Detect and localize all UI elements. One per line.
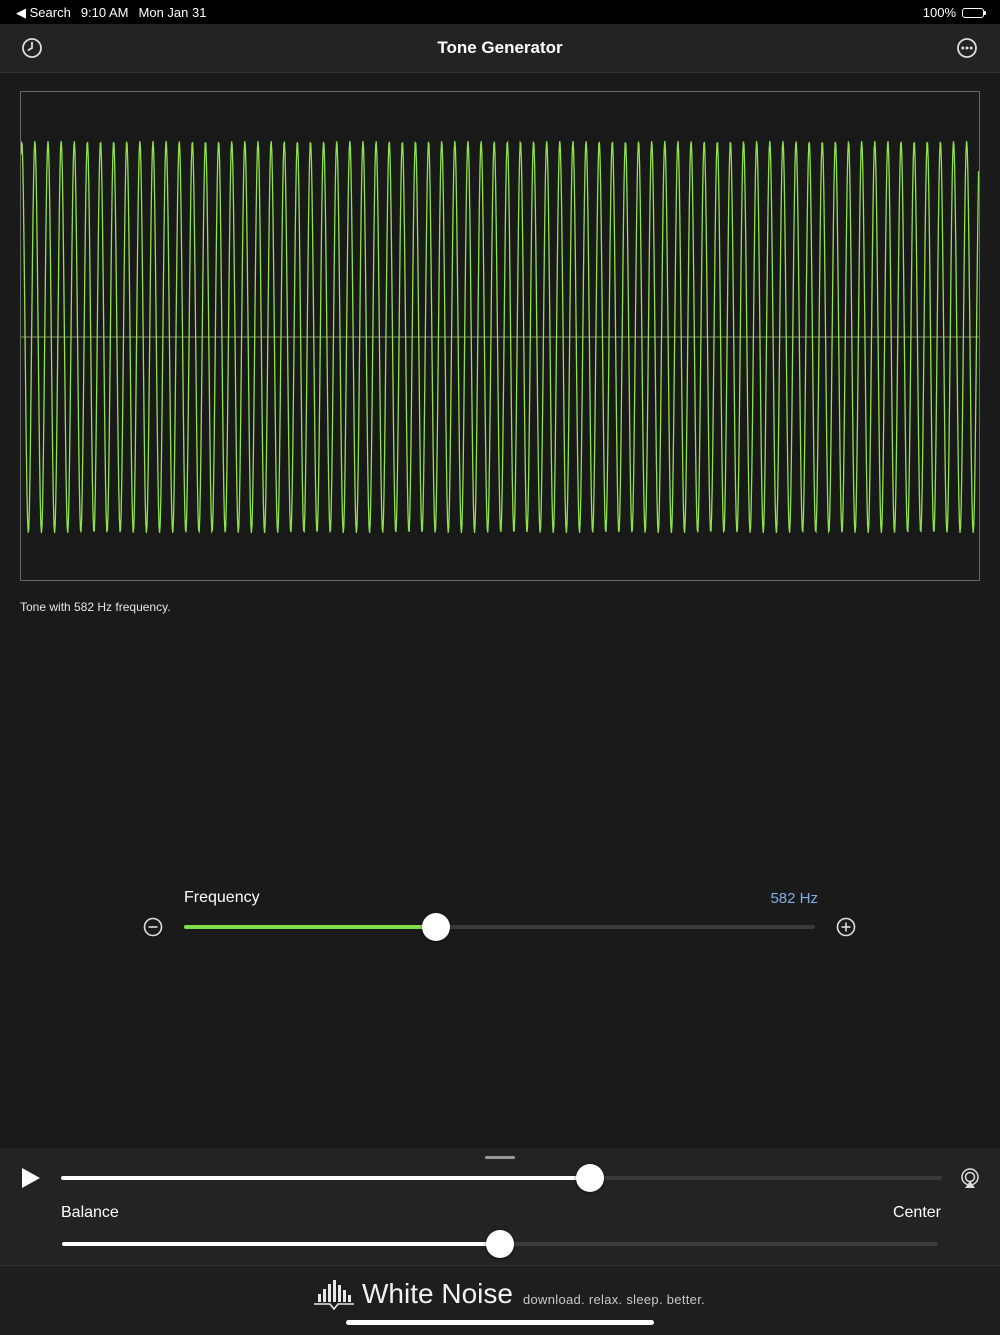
- volume-slider[interactable]: [61, 1176, 942, 1180]
- brand-name: White Noise: [362, 1278, 513, 1309]
- frequency-value: 582 Hz: [770, 890, 818, 907]
- page-title: Tone Generator: [437, 38, 563, 57]
- frequency-slider-fill: [184, 925, 437, 929]
- volume-slider-thumb[interactable]: [575, 1164, 604, 1192]
- waveform-caption: Tone with 582 Hz frequency.: [20, 600, 171, 614]
- decrease-frequency-button[interactable]: [142, 916, 164, 938]
- waveform-plot: [20, 140, 980, 534]
- status-time: 9:10 AM: [80, 5, 129, 20]
- balance-slider-fill: [62, 1242, 500, 1246]
- home-indicator: [346, 1320, 654, 1325]
- battery-icon: [962, 7, 986, 18]
- plus-circle-icon: [836, 917, 856, 937]
- minus-circle-icon: [143, 917, 163, 937]
- status-date: Mon Jan 31: [138, 5, 207, 20]
- back-to-search-link[interactable]: ◀ Search: [16, 5, 71, 21]
- status-bar: ◀ Search 9:10 AM Mon Jan 31 100%: [0, 0, 1000, 24]
- balance-slider-thumb[interactable]: [486, 1230, 514, 1258]
- balance-label: Balance: [61, 1204, 119, 1221]
- frequency-slider[interactable]: [184, 925, 815, 929]
- volume-slider-fill: [61, 1176, 590, 1180]
- panel-grabber[interactable]: [485, 1156, 515, 1159]
- frequency-slider-thumb[interactable]: [422, 913, 451, 941]
- battery-percent: 100%: [922, 5, 956, 20]
- balance-value: Center: [892, 1204, 941, 1221]
- frequency-label: Frequency: [184, 889, 260, 906]
- white-noise-logo-icon: [314, 1278, 354, 1311]
- waveform-display: [20, 91, 980, 581]
- brand-tagline: download. relax. sleep. better.: [523, 1292, 706, 1307]
- airplay-icon[interactable]: [959, 1167, 981, 1189]
- more-ellipsis-icon[interactable]: [955, 36, 979, 60]
- increase-frequency-button[interactable]: [835, 916, 857, 938]
- play-icon[interactable]: [20, 1166, 42, 1190]
- navigation-bar: Tone Generator: [0, 24, 1000, 73]
- player-panel: Balance Center: [0, 1148, 1000, 1265]
